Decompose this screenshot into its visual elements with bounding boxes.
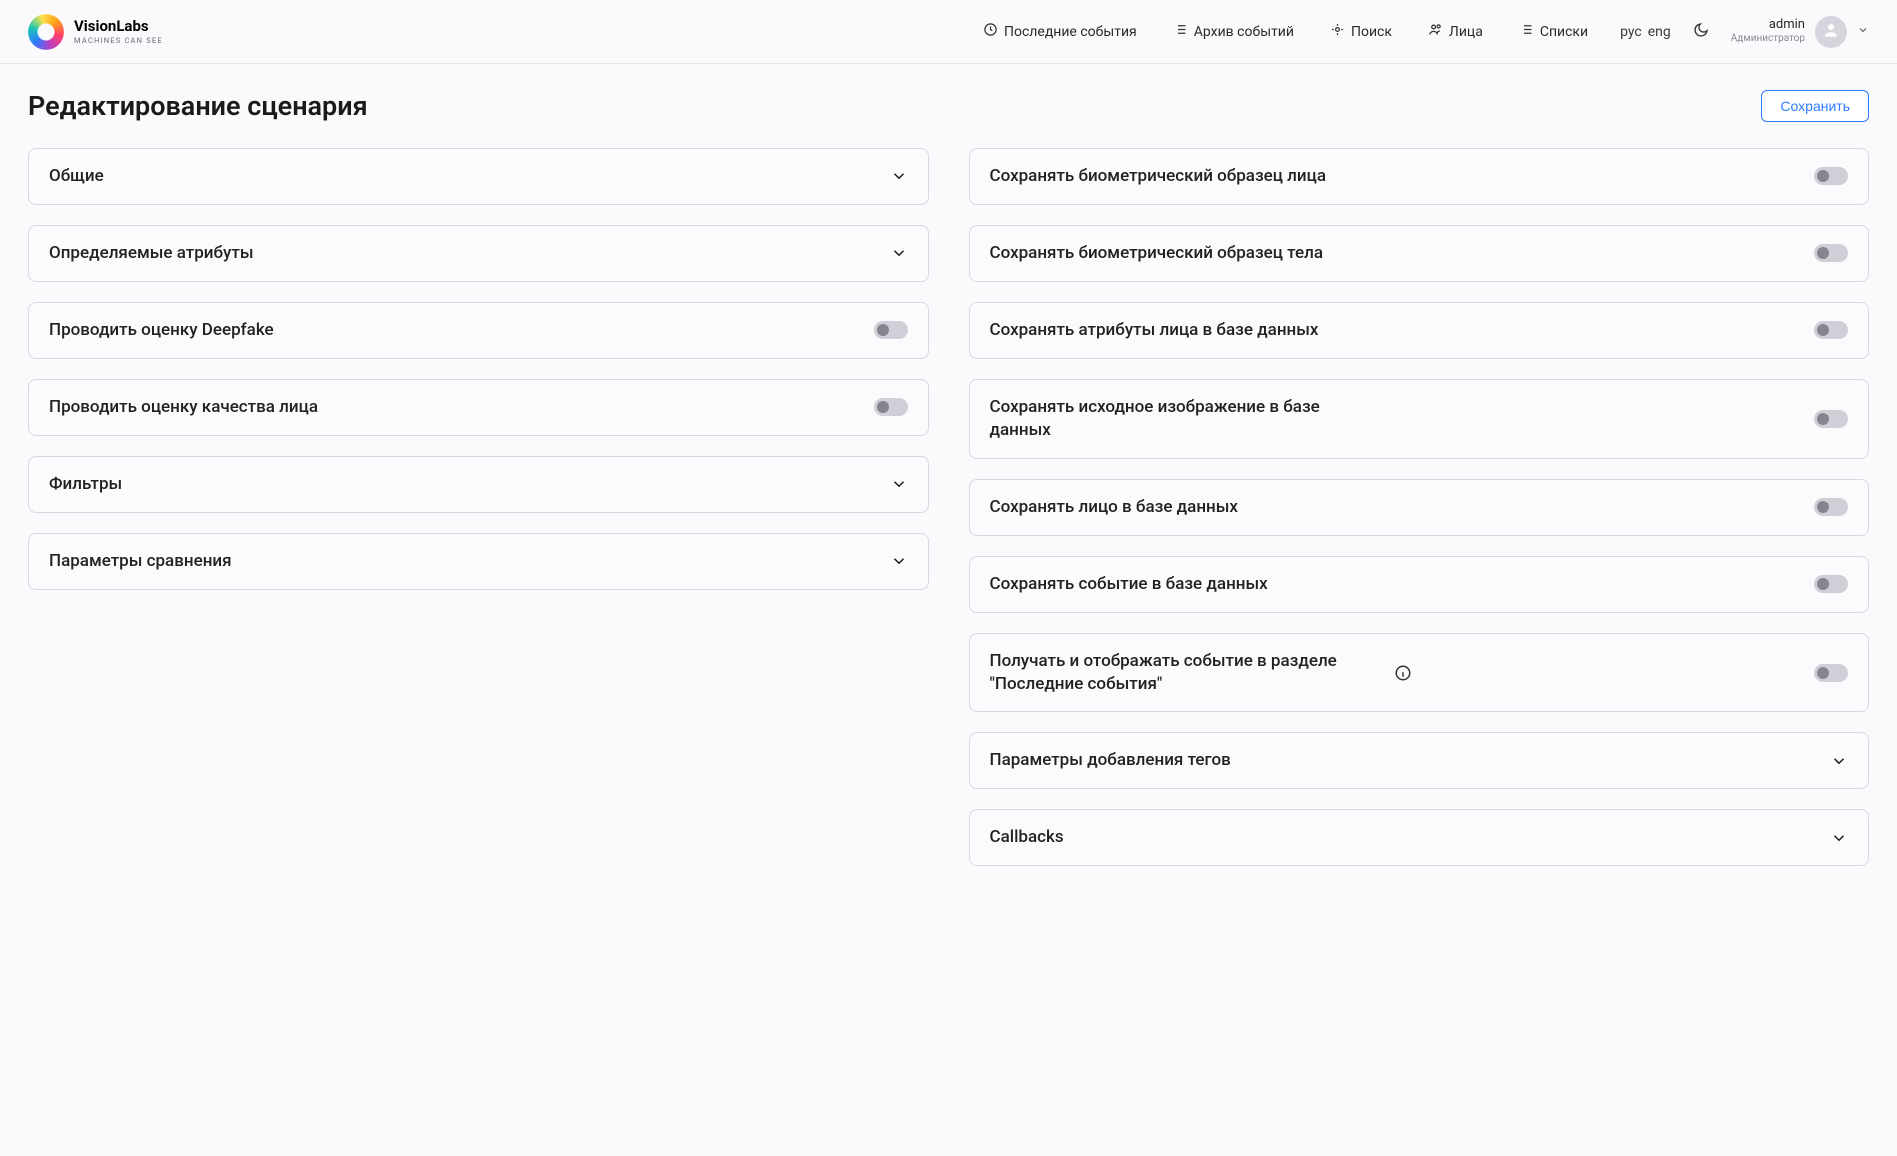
setting-save-face-bio-label: Сохранять биометрический образец лица (990, 165, 1327, 188)
nav-lists[interactable]: Списки (1519, 22, 1588, 41)
toggle-show-recent[interactable] (1814, 664, 1848, 682)
language-switch: рус eng (1620, 24, 1671, 40)
app-header: VisionLabs MACHINES CAN SEE Последние со… (0, 0, 1897, 64)
section-general[interactable]: Общие (28, 148, 929, 205)
moon-icon (1693, 22, 1709, 42)
setting-show-recent-label: Получать и отображать событие в разделе … (990, 650, 1380, 696)
setting-save-face-db-label: Сохранять лицо в базе данных (990, 496, 1238, 519)
settings-columns: Общие Определяемые атрибуты Проводить оц… (28, 148, 1869, 866)
chevron-down-icon (890, 475, 908, 493)
chevron-down-icon (890, 244, 908, 262)
brand-title: VisionLabs (74, 19, 163, 34)
setting-face-quality-label: Проводить оценку качества лица (49, 396, 318, 419)
info-icon[interactable] (1394, 664, 1412, 682)
lang-en[interactable]: eng (1648, 24, 1671, 40)
nav-recent-label: Последние события (1004, 24, 1137, 40)
left-column: Общие Определяемые атрибуты Проводить оц… (28, 148, 929, 590)
nav-faces[interactable]: Лица (1428, 22, 1483, 41)
brand-tagline: MACHINES CAN SEE (74, 37, 163, 45)
setting-save-event-db: Сохранять событие в базе данных (969, 556, 1870, 613)
toggle-save-face-db[interactable] (1814, 498, 1848, 516)
section-callbacks-label: Callbacks (990, 826, 1064, 849)
brand-logo-mark (28, 14, 64, 50)
section-attributes[interactable]: Определяемые атрибуты (28, 225, 929, 282)
lists-icon (1519, 22, 1534, 41)
page-head: Редактирование сценария Сохранить (28, 90, 1869, 122)
page: Редактирование сценария Сохранить Общие … (0, 64, 1897, 906)
toggle-save-event-db[interactable] (1814, 575, 1848, 593)
chevron-down-icon (890, 552, 908, 570)
setting-save-source-db: Сохранять исходное изображение в базе да… (969, 379, 1870, 459)
page-title: Редактирование сценария (28, 90, 368, 122)
nav-archive[interactable]: Архив событий (1173, 22, 1294, 41)
nav-lists-label: Списки (1540, 24, 1588, 40)
chevron-down-icon (1830, 829, 1848, 847)
save-button[interactable]: Сохранить (1761, 90, 1869, 122)
chevron-down-icon (1857, 24, 1869, 40)
section-callbacks[interactable]: Callbacks (969, 809, 1870, 866)
section-filters-label: Фильтры (49, 473, 122, 496)
chevron-down-icon (1830, 752, 1848, 770)
setting-save-face-attrs-db: Сохранять атрибуты лица в базе данных (969, 302, 1870, 359)
section-attributes-label: Определяемые атрибуты (49, 242, 254, 265)
avatar (1815, 16, 1847, 48)
brand-logo-text: VisionLabs MACHINES CAN SEE (74, 19, 163, 45)
toggle-save-face-bio[interactable] (1814, 167, 1848, 185)
section-compare-label: Параметры сравнения (49, 550, 232, 573)
main-nav: Последние события Архив событий Поиск Ли… (983, 22, 1588, 41)
theme-toggle[interactable] (1693, 22, 1709, 42)
user-text: admin Администратор (1731, 18, 1805, 44)
nav-recent-events[interactable]: Последние события (983, 22, 1137, 41)
toggle-save-face-attrs-db[interactable] (1814, 321, 1848, 339)
user-icon (1822, 21, 1840, 43)
clock-icon (983, 22, 998, 41)
lang-ru[interactable]: рус (1620, 24, 1642, 40)
toggle-save-body-bio[interactable] (1814, 244, 1848, 262)
brand-logo[interactable]: VisionLabs MACHINES CAN SEE (28, 14, 163, 50)
target-icon (1330, 22, 1345, 41)
section-general-label: Общие (49, 165, 104, 188)
list-icon (1173, 22, 1188, 41)
toggle-face-quality[interactable] (874, 398, 908, 416)
user-name: admin (1731, 18, 1805, 33)
setting-save-body-bio-label: Сохранять биометрический образец тела (990, 242, 1324, 265)
setting-save-face-bio: Сохранять биометрический образец лица (969, 148, 1870, 205)
setting-show-recent: Получать и отображать событие в разделе … (969, 633, 1870, 713)
section-tag-params[interactable]: Параметры добавления тегов (969, 732, 1870, 789)
setting-face-quality: Проводить оценку качества лица (28, 379, 929, 436)
setting-deepfake: Проводить оценку Deepfake (28, 302, 929, 359)
section-compare-params[interactable]: Параметры сравнения (28, 533, 929, 590)
user-menu[interactable]: admin Администратор (1731, 16, 1869, 48)
setting-deepfake-label: Проводить оценку Deepfake (49, 319, 274, 342)
setting-save-face-db: Сохранять лицо в базе данных (969, 479, 1870, 536)
setting-save-event-db-label: Сохранять событие в базе данных (990, 573, 1268, 596)
section-filters[interactable]: Фильтры (28, 456, 929, 513)
faces-icon (1428, 22, 1443, 41)
nav-search-label: Поиск (1351, 24, 1392, 40)
setting-save-body-bio: Сохранять биометрический образец тела (969, 225, 1870, 282)
nav-archive-label: Архив событий (1194, 24, 1294, 40)
right-column: Сохранять биометрический образец лица Со… (969, 148, 1870, 866)
nav-search[interactable]: Поиск (1330, 22, 1392, 41)
toggle-deepfake[interactable] (874, 321, 908, 339)
toggle-save-source-db[interactable] (1814, 410, 1848, 428)
user-role: Администратор (1731, 33, 1805, 45)
setting-save-face-attrs-db-label: Сохранять атрибуты лица в базе данных (990, 319, 1319, 342)
section-tag-params-label: Параметры добавления тегов (990, 749, 1231, 772)
chevron-down-icon (890, 167, 908, 185)
setting-save-source-db-label: Сохранять исходное изображение в базе да… (990, 396, 1380, 442)
nav-faces-label: Лица (1449, 24, 1483, 40)
